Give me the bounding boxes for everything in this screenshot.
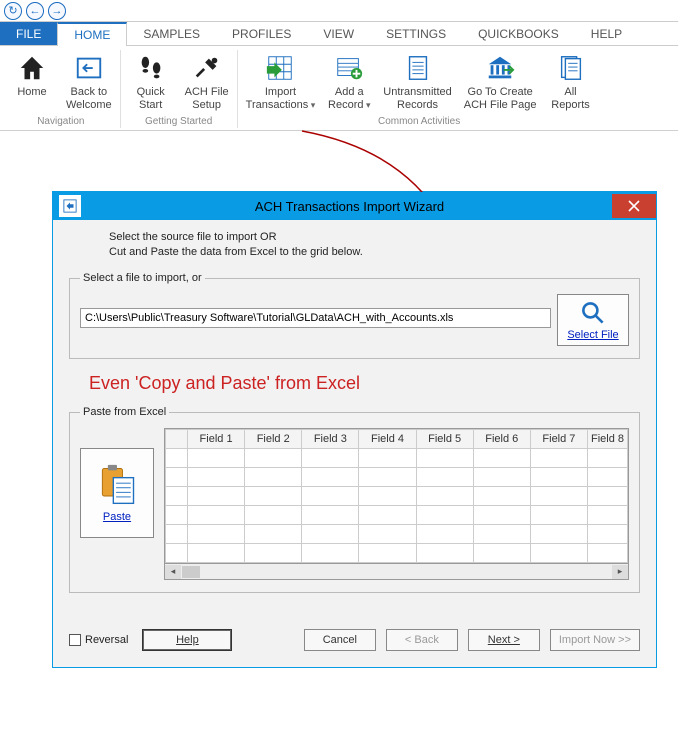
window-icon [59,195,81,217]
grid-rowheader-col [166,430,188,449]
clipboard-icon [95,463,139,507]
ribbon-group-common: ImportTransactions Add aRecord Untransmi… [238,50,601,128]
scroll-right-icon[interactable]: ▸ [612,565,628,579]
table-row[interactable] [166,544,628,563]
ribbon-back-welcome-button[interactable]: Back toWelcome [60,50,118,114]
select-file-group: Select a file to import, or Select File [69,272,640,359]
wizard-body: Select the source file to import OR Cut … [53,220,656,667]
menu-bar: FILE HOME SAMPLES PROFILES VIEW SETTINGS… [0,22,678,46]
table-row[interactable] [166,449,628,468]
grid-col-1[interactable]: Field 1 [188,430,245,449]
tab-profiles[interactable]: PROFILES [216,22,307,45]
tab-file[interactable]: FILE [0,22,57,45]
scroll-left-icon[interactable]: ◂ [165,565,181,579]
ribbon-ach-setup-button[interactable]: ACH FileSetup [179,50,235,114]
back-welcome-icon [73,52,105,84]
tools-icon [191,52,223,84]
ribbon-goto-create-button[interactable]: Go To CreateACH File Page [458,50,543,114]
footsteps-icon [135,52,167,84]
paste-button[interactable]: Paste [80,448,154,538]
add-record-icon [333,52,365,84]
reports-icon [555,52,587,84]
search-icon [579,299,607,327]
select-file-button[interactable]: Select File [557,294,629,346]
ribbon-all-reports-button[interactable]: AllReports [543,50,599,114]
title-bar[interactable]: ACH Transactions Import Wizard [53,192,656,220]
window-title: ACH Transactions Import Wizard [87,199,612,214]
ribbon-home-label: Home [17,86,46,98]
import-icon [264,52,296,84]
table-row[interactable] [166,525,628,544]
grid-col-7[interactable]: Field 7 [530,430,587,449]
grid-col-6[interactable]: Field 6 [473,430,530,449]
next-button[interactable]: Next > [468,629,540,651]
wizard-window: ACH Transactions Import Wizard Select th… [52,191,657,668]
reversal-checkbox[interactable]: Reversal [69,634,128,646]
bank-icon [484,52,516,84]
tab-settings[interactable]: SETTINGS [370,22,462,45]
nav-forward-button[interactable]: → [48,2,66,20]
scroll-thumb[interactable] [182,566,200,578]
nav-back-button[interactable]: ← [26,2,44,20]
home-icon [16,52,48,84]
back-button[interactable]: < Back [386,629,458,651]
tab-help[interactable]: HELP [575,22,638,45]
tab-view[interactable]: VIEW [307,22,370,45]
table-row[interactable] [166,506,628,525]
tab-home[interactable]: HOME [57,22,127,46]
ribbon-group-getting-started: QuickStart ACH FileSetup Getting Started [121,50,238,128]
grid-col-4[interactable]: Field 4 [359,430,416,449]
annotation-arrow [0,131,678,191]
cancel-button[interactable]: Cancel [304,629,376,651]
grid-col-5[interactable]: Field 5 [416,430,473,449]
ribbon-import-button[interactable]: ImportTransactions [240,50,322,114]
file-path-input[interactable] [80,308,551,328]
nav-undo-button[interactable]: ↻ [4,2,22,20]
help-button[interactable]: Help [142,629,232,651]
data-grid[interactable]: Field 1 Field 2 Field 3 Field 4 Field 5 … [164,428,629,564]
grid-col-3[interactable]: Field 3 [302,430,359,449]
annotation-text: Even 'Copy and Paste' from Excel [89,373,640,394]
paste-label: Paste [103,511,131,523]
select-file-label: Select File [567,329,618,341]
paste-group: Paste from Excel Paste [69,406,640,593]
checkbox-icon [69,634,81,646]
ribbon-group-navigation: Home Back toWelcome Navigation [2,50,121,128]
ribbon-untransmitted-button[interactable]: UntransmittedRecords [377,50,457,114]
table-row[interactable] [166,468,628,487]
horizontal-scrollbar[interactable]: ◂ ▸ [164,564,629,580]
reversal-label: Reversal [85,634,128,646]
paste-legend: Paste from Excel [80,406,169,418]
close-button[interactable] [612,194,656,218]
import-now-button[interactable]: Import Now >> [550,629,640,651]
quickaccess-toolbar: ↻ ← → [0,0,678,22]
records-icon [402,52,434,84]
ribbon-add-record-button[interactable]: Add aRecord [321,50,377,114]
grid-col-2[interactable]: Field 2 [245,430,302,449]
close-icon [628,200,640,212]
tab-quickbooks[interactable]: QUICKBOOKS [462,22,575,45]
table-row[interactable] [166,487,628,506]
ribbon-quick-start-button[interactable]: QuickStart [123,50,179,114]
select-file-legend: Select a file to import, or [80,272,205,284]
tab-samples[interactable]: SAMPLES [127,22,216,45]
ribbon-home-button[interactable]: Home [4,50,60,114]
grid-col-8[interactable]: Field 8 [588,430,628,449]
wizard-footer: Reversal Help Cancel < Back Next > Impor… [69,607,640,651]
